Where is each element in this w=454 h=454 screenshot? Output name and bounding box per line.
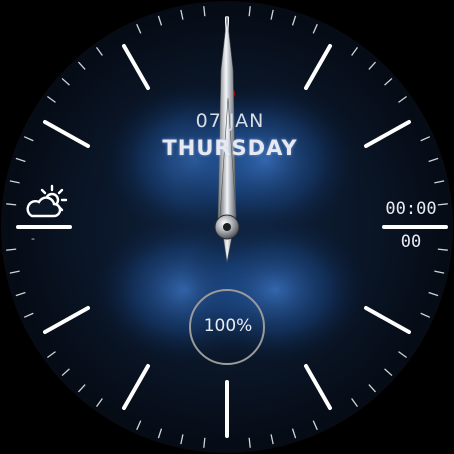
weather-value: -: [31, 232, 35, 245]
dial-glow: [180, 215, 370, 365]
weekday-label: THURSDAY: [162, 136, 298, 160]
digital-seconds: 00: [400, 232, 422, 252]
watch-face: 07 JAN THURSDAY 00:00 00 - 100%: [0, 0, 454, 454]
dial: [1, 1, 453, 453]
battery-percent[interactable]: 100%: [189, 316, 267, 336]
digital-time[interactable]: 00:00: [370, 199, 452, 219]
date-label: 07 JAN: [195, 110, 265, 132]
hand-cap-center: [223, 223, 231, 231]
